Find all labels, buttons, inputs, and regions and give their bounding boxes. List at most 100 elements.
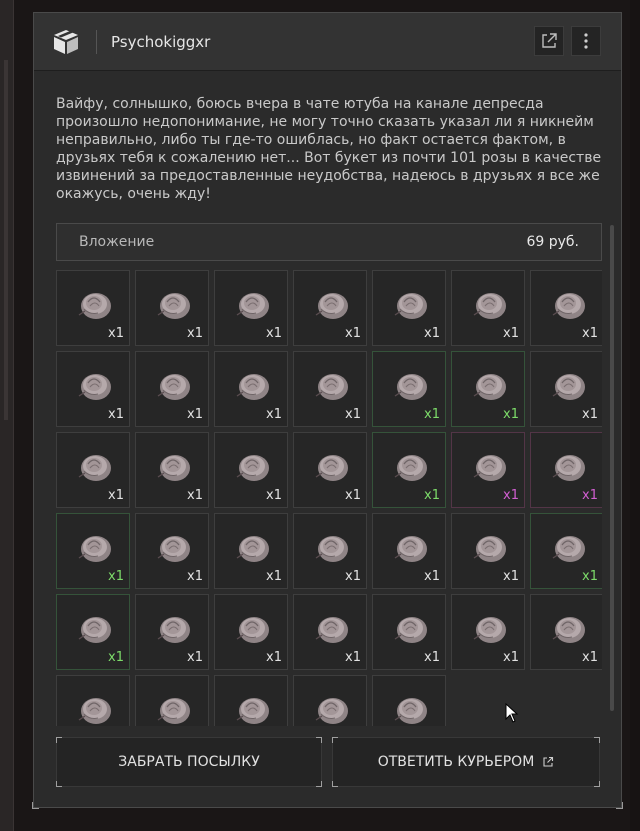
take-parcel-button[interactable]: ЗАБРАТЬ ПОСЫЛКУ	[56, 737, 322, 787]
item-slot[interactable]: x1	[56, 594, 130, 670]
item-quantity: x1	[108, 488, 124, 503]
item-quantity: x1	[187, 407, 203, 422]
more-options-button[interactable]	[571, 26, 601, 56]
item-quantity: x1	[345, 407, 361, 422]
mouse-pointer-icon	[505, 703, 519, 723]
item-quantity: x1	[424, 569, 440, 584]
item-slot[interactable]: x1	[530, 270, 602, 346]
item-slot[interactable]: x1	[293, 351, 367, 427]
item-quantity: x1	[108, 569, 124, 584]
rose-icon	[157, 617, 190, 643]
item-slot[interactable]: x1	[135, 432, 209, 508]
item-quantity: x1	[582, 407, 598, 422]
item-slot[interactable]: x1	[451, 594, 525, 670]
item-slot[interactable]: x1	[56, 351, 130, 427]
rose-icon	[157, 455, 190, 481]
item-slot[interactable]: x1	[56, 513, 130, 589]
item-quantity: x1	[345, 569, 361, 584]
rose-icon	[157, 374, 190, 400]
item-slot[interactable]: x1	[372, 351, 446, 427]
attachment-row: Вложение 69 руб.	[56, 223, 602, 261]
item-quantity: x1	[582, 326, 598, 341]
rose-icon	[473, 455, 506, 481]
rose-icon	[552, 293, 585, 319]
item-slot[interactable]: x1	[214, 675, 288, 726]
item-quantity: x1	[503, 569, 519, 584]
item-slot[interactable]: x1	[214, 270, 288, 346]
item-slot[interactable]: x1	[451, 432, 525, 508]
rose-icon	[315, 536, 348, 562]
item-quantity: x1	[187, 488, 203, 503]
rose-icon	[78, 698, 111, 724]
item-quantity: x1	[187, 569, 203, 584]
item-slot[interactable]: x1	[214, 351, 288, 427]
item-quantity: x1	[266, 569, 282, 584]
item-slot[interactable]: x1	[293, 675, 367, 726]
rose-icon	[78, 374, 111, 400]
item-slot[interactable]: x1	[56, 432, 130, 508]
item-quantity: x1	[582, 569, 598, 584]
item-slot[interactable]: x1	[293, 513, 367, 589]
item-slot[interactable]: x1	[135, 594, 209, 670]
item-quantity: x1	[503, 650, 519, 665]
attachment-value: 69 руб.	[526, 234, 579, 250]
rose-icon	[552, 617, 585, 643]
items-scrollbar[interactable]	[610, 225, 614, 711]
item-slot[interactable]: x1	[214, 594, 288, 670]
item-slot[interactable]: x1	[530, 513, 602, 589]
reply-courier-button[interactable]: ОТВЕТИТЬ КУРЬЕРОМ	[332, 737, 600, 787]
rose-icon	[315, 698, 348, 724]
item-quantity: x1	[345, 650, 361, 665]
item-slot[interactable]: x1	[530, 594, 602, 670]
item-quantity: x1	[424, 650, 440, 665]
item-quantity: x1	[582, 488, 598, 503]
item-slot[interactable]: x1	[451, 513, 525, 589]
item-slot[interactable]: x1	[372, 675, 446, 726]
item-quantity: x1	[187, 326, 203, 341]
item-slot[interactable]: x1	[293, 270, 367, 346]
item-slot[interactable]: x1	[530, 351, 602, 427]
header-divider	[96, 29, 97, 54]
rose-icon	[394, 698, 427, 724]
background-right	[630, 0, 640, 831]
vertical-dots-icon	[584, 33, 588, 49]
rose-icon	[315, 374, 348, 400]
item-quantity: x1	[424, 326, 440, 341]
item-slot[interactable]: x1	[135, 675, 209, 726]
item-slot[interactable]: x1	[293, 432, 367, 508]
take-parcel-label: ЗАБРАТЬ ПОСЫЛКУ	[118, 754, 260, 770]
item-quantity: x1	[424, 407, 440, 422]
item-slot[interactable]: x1	[372, 432, 446, 508]
item-quantity: x1	[582, 650, 598, 665]
item-slot[interactable]: x1	[135, 351, 209, 427]
item-slot[interactable]: x1	[56, 675, 130, 726]
items-grid: x1 x1 x1 x1 x1 x1 x1 x1 x1 x1 x1 x1 x1 x…	[56, 270, 602, 726]
item-quantity: x1	[108, 407, 124, 422]
item-slot[interactable]: x1	[214, 513, 288, 589]
left-scroll-track	[4, 60, 8, 420]
rose-icon	[394, 374, 427, 400]
rose-icon	[394, 293, 427, 319]
rose-icon	[236, 293, 269, 319]
item-slot[interactable]: x1	[214, 432, 288, 508]
rose-icon	[236, 536, 269, 562]
item-slot[interactable]: x1	[372, 270, 446, 346]
item-slot[interactable]: x1	[372, 513, 446, 589]
background-panel-left	[0, 0, 14, 831]
item-quantity: x1	[503, 326, 519, 341]
item-slot[interactable]: x1	[372, 594, 446, 670]
item-slot[interactable]: x1	[530, 432, 602, 508]
open-external-button[interactable]	[534, 26, 564, 56]
rose-icon	[473, 536, 506, 562]
rose-icon	[315, 293, 348, 319]
item-slot[interactable]: x1	[293, 594, 367, 670]
rose-icon	[315, 455, 348, 481]
external-link-icon	[543, 756, 554, 767]
item-quantity: x1	[187, 650, 203, 665]
item-slot[interactable]: x1	[451, 270, 525, 346]
item-slot[interactable]: x1	[451, 351, 525, 427]
rose-icon	[78, 617, 111, 643]
item-slot[interactable]: x1	[135, 513, 209, 589]
item-slot[interactable]: x1	[135, 270, 209, 346]
item-slot[interactable]: x1	[56, 270, 130, 346]
